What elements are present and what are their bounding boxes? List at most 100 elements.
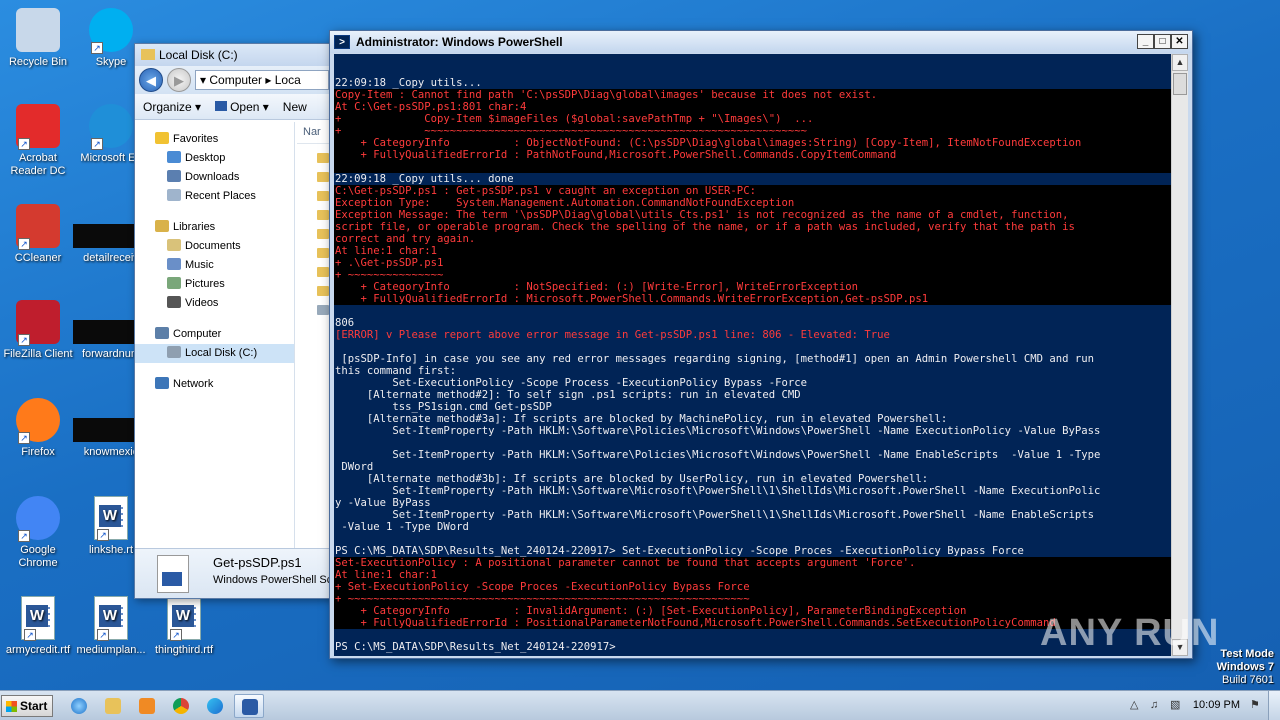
file-list[interactable]: Nar — [297, 122, 333, 548]
action-center-flag-icon[interactable]: ⚑ — [1250, 699, 1262, 711]
back-button[interactable]: ◀ — [139, 68, 163, 92]
desktop-icon-label: detailreceiv — [83, 252, 139, 264]
breadcrumb-local[interactable]: Loca — [275, 73, 301, 87]
console-error-line: At line:1 char:1 — [334, 569, 1172, 581]
nav-favorites[interactable]: Favorites — [135, 130, 294, 149]
console-error-line: At C:\Get-psSDP.ps1:801 char:4 — [334, 101, 1172, 113]
star-icon — [155, 132, 169, 144]
open-icon — [215, 100, 228, 111]
doc-line — [182, 619, 196, 621]
shortcut-arrow-icon: ↗ — [18, 432, 30, 444]
word-doc-icon: ↗ — [94, 596, 128, 641]
volume-icon[interactable]: ♫ — [1150, 699, 1162, 711]
libraries-icon — [155, 220, 169, 232]
desktop-icon-mediumplan[interactable]: ↗ mediumplan... — [73, 596, 149, 657]
nav-pictures[interactable]: Pictures — [135, 275, 294, 294]
doc-line — [109, 525, 123, 527]
ccleaner-icon: ↗ — [16, 204, 60, 250]
nav-libraries[interactable]: Libraries — [135, 218, 294, 237]
console-line: Set-ItemProperty -Path HKLM:\Software\Mi… — [335, 509, 1094, 521]
show-desktop-button[interactable] — [1268, 691, 1280, 720]
explorer-titlebar[interactable]: Local Disk (C:) — [135, 44, 333, 66]
folder-icon — [317, 248, 329, 258]
desktop-icon-google-chrome[interactable]: ↗ Google Chrome — [0, 496, 76, 570]
nav-recent-places[interactable]: Recent Places — [135, 187, 294, 206]
powershell-window[interactable]: > Administrator: Windows PowerShell _ □ … — [329, 30, 1193, 659]
nav-videos[interactable]: Videos — [135, 294, 294, 313]
console-line: [Alternate method#2]: To self sign .ps1 … — [335, 389, 801, 401]
vertical-scrollbar[interactable]: ▲ ▼ — [1171, 54, 1188, 656]
console-error-line: Exception Message: The term '\psSDP\Diag… — [334, 209, 1172, 221]
shortcut-arrow-icon: ↗ — [24, 629, 36, 641]
taskbar-edge-icon[interactable] — [200, 694, 230, 718]
network-icon — [155, 377, 169, 389]
taskbar-ie-icon[interactable] — [64, 694, 94, 718]
filezilla-icon: ↗ — [16, 300, 60, 346]
close-button[interactable]: ✕ — [1171, 34, 1188, 49]
nav-local-disk[interactable]: Local Disk (C:) — [135, 344, 294, 363]
doc-line — [109, 519, 123, 521]
recycle-bin-icon — [16, 8, 60, 52]
column-header-name[interactable]: Nar — [297, 122, 333, 144]
minimize-button[interactable]: _ — [1137, 34, 1154, 49]
console-line: Set-ItemProperty -Path HKLM:\Software\Po… — [335, 425, 1101, 437]
taskbar-media-player-icon[interactable] — [132, 694, 162, 718]
scroll-thumb[interactable] — [1173, 73, 1187, 95]
forward-button[interactable]: ▶ — [167, 68, 191, 92]
nav-computer[interactable]: Computer — [135, 325, 294, 344]
desktop-icon-armycredit-rtf[interactable]: ↗ armycredit.rtf — [0, 596, 76, 657]
folder-icon — [317, 172, 329, 182]
nav-label: Documents — [185, 240, 241, 252]
desktop-icon-ccleaner[interactable]: ↗ CCleaner — [0, 204, 76, 265]
console-error-line: Copy-Item : Cannot find path 'C:\psSDP\D… — [334, 89, 1172, 101]
taskbar-chrome-icon[interactable] — [166, 694, 196, 718]
computer-icon — [155, 327, 169, 339]
console-error-line: correct and try again. — [334, 233, 1172, 245]
folder-icon — [317, 153, 329, 163]
selected-file-type: Windows PowerShell Scr — [213, 574, 334, 586]
open-button[interactable]: Open ▾ — [215, 100, 269, 114]
start-button[interactable]: Start — [1, 695, 53, 717]
nav-label: Favorites — [173, 133, 219, 145]
taskbar-explorer-icon[interactable] — [98, 694, 128, 718]
powershell-titlebar[interactable]: > Administrator: Windows PowerShell — [330, 31, 1192, 53]
network-tray-icon[interactable]: ▧ — [1170, 699, 1182, 711]
console-output[interactable]: 22:09:18 _Copy utils... Copy-Item : Canno… — [334, 54, 1172, 656]
explorer-toolbar: Organize ▾ Open ▾ New — [135, 94, 333, 120]
nav-desktop[interactable]: Desktop — [135, 149, 294, 168]
show-hidden-icons-icon[interactable]: △ — [1130, 699, 1142, 711]
console-error-line: + CategoryInfo : ObjectNotFound: (C:\psS… — [334, 137, 1172, 149]
desktop-icon-recycle-bin[interactable]: Recycle Bin — [0, 8, 76, 69]
taskbar-powershell-icon[interactable] — [234, 694, 264, 718]
organize-button[interactable]: Organize ▾ — [143, 100, 201, 114]
desktop-icon-label: armycredit.rtf — [5, 644, 71, 656]
desktop-icon-acrobat-reader-dc[interactable]: ↗ Acrobat Reader DC — [0, 104, 76, 178]
word-doc-icon: ↗ — [21, 596, 55, 641]
breadcrumb-computer[interactable]: Computer — [209, 73, 262, 87]
doc-line — [109, 625, 123, 627]
address-bar[interactable]: ▾ Computer ▸ Loca — [195, 70, 329, 90]
nav-downloads[interactable]: Downloads — [135, 168, 294, 187]
desktop-icon-filezilla-client[interactable]: ↗ FileZilla Client — [0, 300, 76, 361]
console-error-line: + Copy-Item $imageFiles ($global:savePat… — [334, 113, 1172, 125]
navigation-pane: Favorites Desktop Downloads Recent Place… — [135, 122, 295, 548]
console-error-line: [ERROR] v Please report above error mess… — [335, 329, 890, 341]
clock[interactable]: 10:09 PM — [1193, 699, 1240, 711]
scroll-up-arrow[interactable]: ▲ — [1172, 54, 1188, 71]
nav-documents[interactable]: Documents — [135, 237, 294, 256]
console-line: -Value 1 -Type DWord — [335, 521, 469, 533]
nav-label: Desktop — [185, 152, 226, 164]
nav-music[interactable]: Music — [135, 256, 294, 275]
explorer-window[interactable]: Local Disk (C:) ◀ ▶ ▾ Computer ▸ Loca Or… — [134, 43, 334, 599]
folder-icon — [317, 267, 329, 277]
powershell-script-icon — [157, 555, 189, 593]
desktop-icon-firefox[interactable]: ↗ Firefox — [0, 398, 76, 459]
nav-network[interactable]: Network — [135, 375, 294, 394]
new-folder-button[interactable]: New — [283, 100, 307, 114]
nav-label: Computer — [173, 328, 222, 340]
console-line: 22:09:18 _Copy utils... — [335, 77, 482, 89]
maximize-button[interactable]: □ — [1154, 34, 1171, 49]
desktop-icon-thingthird-rtf[interactable]: ↗ thingthird.rtf — [146, 596, 222, 657]
